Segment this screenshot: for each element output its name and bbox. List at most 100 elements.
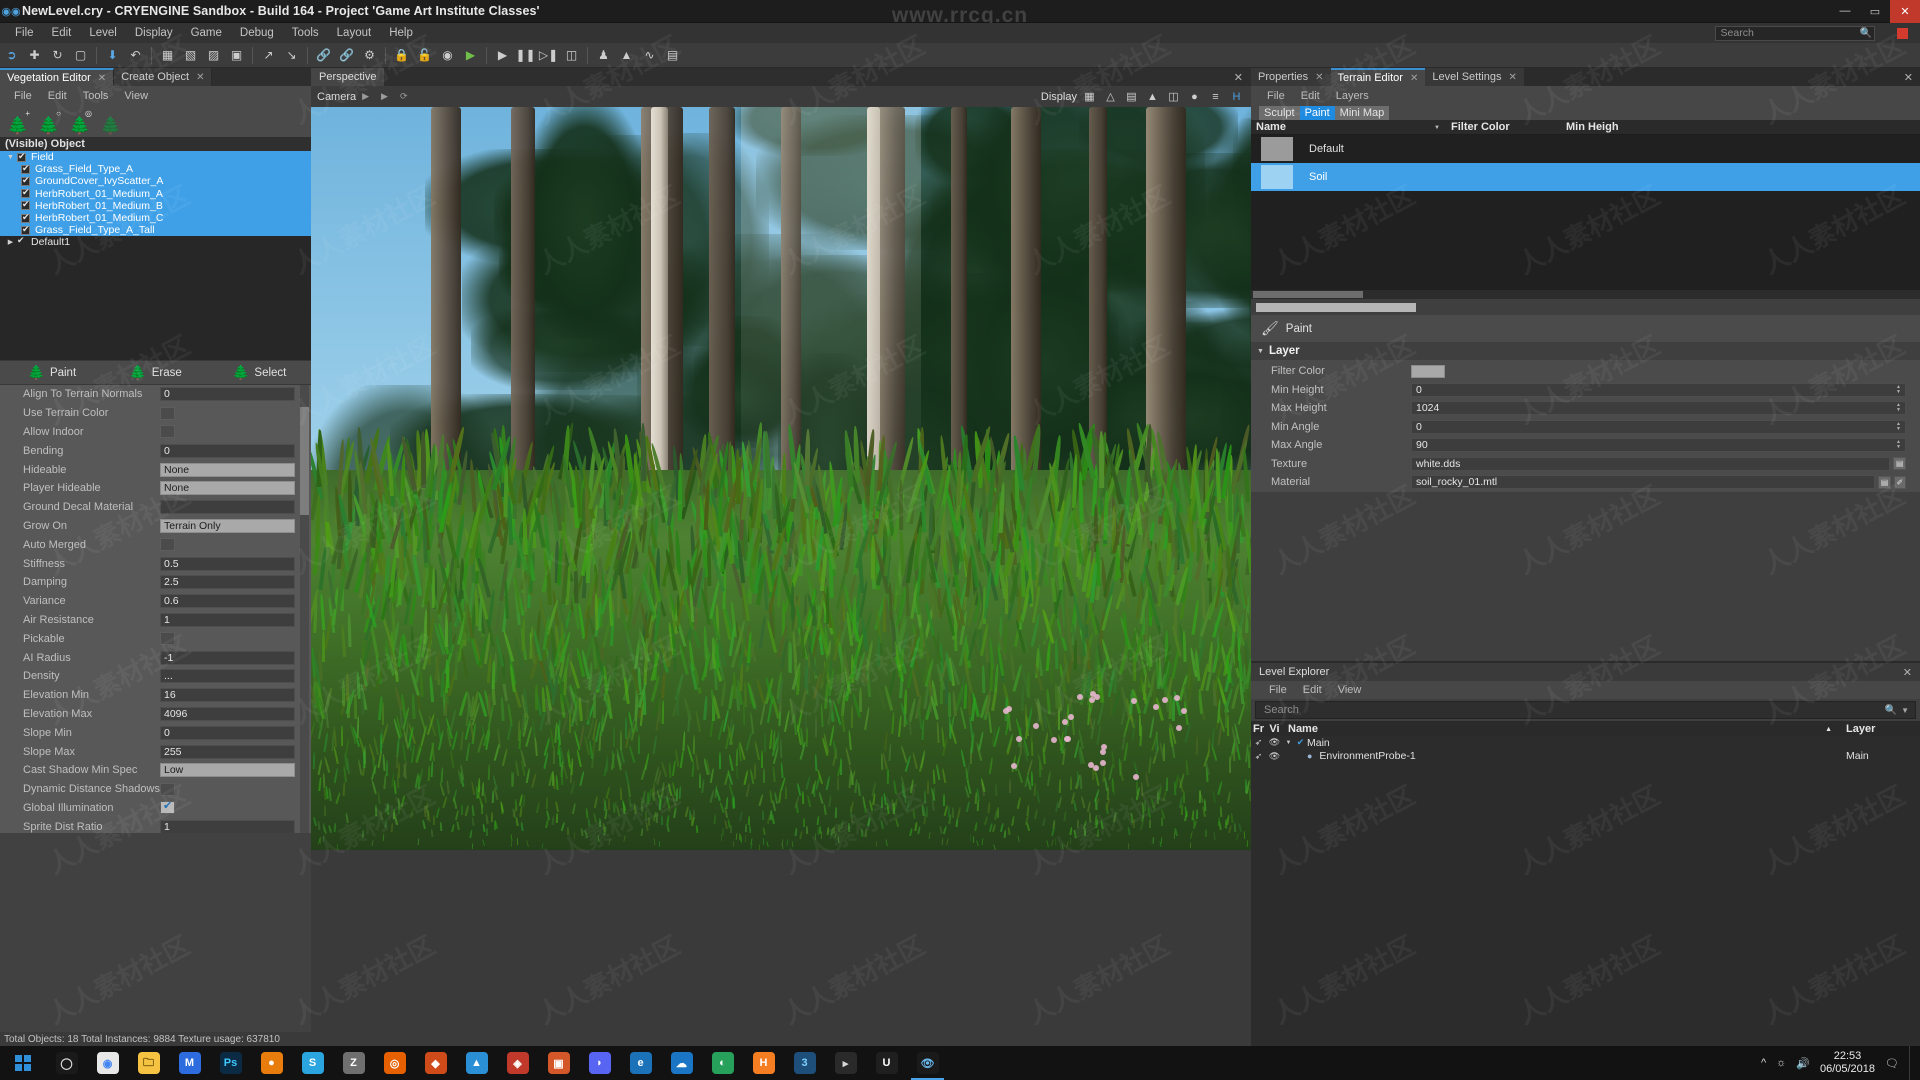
menu-tools[interactable]: Tools xyxy=(283,23,328,43)
property-checkbox[interactable] xyxy=(160,632,175,645)
cursor-select-icon[interactable]: ➲ xyxy=(0,44,23,67)
substance-alchemist-icon[interactable]: ▣ xyxy=(538,1046,579,1080)
unlock-icon[interactable]: 🔓 xyxy=(413,44,436,67)
zbrush-icon[interactable]: Z xyxy=(333,1046,374,1080)
onedrive-icon[interactable]: ☁ xyxy=(661,1046,702,1080)
tab-level-settings[interactable]: Level Settings ✕ xyxy=(1425,68,1524,86)
lexp-menu-view[interactable]: View xyxy=(1330,684,1370,696)
3d-scene-render[interactable]: x y z xyxy=(311,107,1251,850)
property-checkbox[interactable] xyxy=(160,783,175,796)
layer-property-value[interactable]: 90 ▲ ▼ xyxy=(1411,438,1906,452)
character-editor-icon[interactable]: ♟ xyxy=(592,44,615,67)
tab-perspective[interactable]: Perspective xyxy=(311,68,384,86)
close-icon[interactable]: ✕ xyxy=(1903,666,1920,679)
helpers-icon[interactable]: ▲ xyxy=(1144,89,1161,105)
close-icon[interactable]: ✕ xyxy=(98,73,106,84)
veg-menu-tools[interactable]: Tools xyxy=(75,90,117,102)
property-input[interactable]: 1 xyxy=(160,613,295,627)
property-value[interactable]: 2.5 xyxy=(160,575,295,589)
search-icon[interactable]: 🔍 xyxy=(1885,705,1901,716)
spinner-icon[interactable]: ▲ ▼ xyxy=(1896,403,1904,413)
column-visible[interactable]: Vi xyxy=(1266,723,1283,735)
tree-row-default1[interactable]: Default1 xyxy=(0,236,311,248)
chrome-icon[interactable]: ◉ xyxy=(87,1046,128,1080)
spinner-icon[interactable]: ▲ ▼ xyxy=(1896,422,1904,432)
terrain-menu-edit[interactable]: Edit xyxy=(1293,90,1328,102)
property-input[interactable]: 0.6 xyxy=(160,594,295,608)
windows-start-icon[interactable] xyxy=(0,1046,46,1080)
property-input[interactable]: 2.5 xyxy=(160,575,295,589)
layer-number-input[interactable]: 1024 xyxy=(1411,401,1906,415)
property-dropdown[interactable]: None xyxy=(160,463,295,477)
file-explorer-icon[interactable]: 🗀 xyxy=(128,1046,169,1080)
explorer-row-main[interactable]: ➶ 👁 ▼ ✔ Main xyxy=(1251,736,1920,750)
blender-icon[interactable]: ● xyxy=(251,1046,292,1080)
property-checkbox[interactable] xyxy=(160,801,175,814)
marvelous-designer-icon[interactable]: M xyxy=(169,1046,210,1080)
property-input[interactable]: ... xyxy=(160,669,295,683)
panel-close-icon[interactable]: ✕ xyxy=(1897,68,1920,86)
property-dropdown[interactable]: Terrain Only xyxy=(160,519,295,533)
property-value[interactable]: 0 xyxy=(160,726,295,740)
property-input[interactable]: 255 xyxy=(160,745,295,759)
tree-row-grass-field-type-a-tall[interactable]: Grass_Field_Type_A_Tall xyxy=(0,224,311,236)
property-value[interactable] xyxy=(160,538,295,552)
property-value[interactable] xyxy=(160,406,295,420)
property-value[interactable]: ... xyxy=(160,669,295,683)
tree-row-groundcover-ivyscatter-a[interactable]: GroundCover_IvyScatter_A xyxy=(0,175,311,187)
property-value[interactable]: 0.5 xyxy=(160,557,295,571)
layer-number-input[interactable]: 90 xyxy=(1411,438,1906,452)
global-search-input[interactable]: Search xyxy=(1715,26,1875,41)
property-dropdown[interactable]: Low xyxy=(160,763,295,777)
scrollbar-thumb[interactable] xyxy=(1253,291,1363,298)
lighting-icon[interactable]: ● xyxy=(1186,89,1203,105)
menu-level[interactable]: Level xyxy=(80,23,126,43)
clone-vegetation-icon[interactable]: 🌲 ○ xyxy=(35,108,63,134)
layer-file-input[interactable]: soil_rocky_01.mtl xyxy=(1411,475,1875,489)
menu-file[interactable]: File xyxy=(6,23,43,43)
show-desktop-button[interactable] xyxy=(1909,1046,1916,1080)
chevron-down-icon[interactable] xyxy=(4,154,17,161)
chevron-right-icon[interactable]: ▶ xyxy=(362,91,369,102)
rotate-icon[interactable]: ↻ xyxy=(46,44,69,67)
veg-menu-edit[interactable]: Edit xyxy=(40,90,75,102)
column-layer[interactable]: Layer xyxy=(1840,723,1920,735)
layer-row-default[interactable]: Default 0 xyxy=(1251,135,1920,163)
terrain-menu-file[interactable]: File xyxy=(1259,90,1293,102)
3dsmax-icon[interactable]: 3 xyxy=(784,1046,825,1080)
tab-vegetation-editor[interactable]: Vegetation Editor ✕ xyxy=(0,68,114,86)
terrain-editor-icon[interactable]: ▲ xyxy=(615,44,638,67)
property-checkbox[interactable] xyxy=(160,538,175,551)
layer-property-value[interactable]: 1024 ▲ ▼ xyxy=(1411,401,1906,415)
terrain-tab-sculpt[interactable]: Sculpt xyxy=(1259,106,1300,120)
asset-browser-icon[interactable]: ▤ xyxy=(661,44,684,67)
browse-file-icon[interactable]: ▤ xyxy=(1893,457,1906,470)
close-icon[interactable]: ✕ xyxy=(1508,72,1516,83)
quixel-icon[interactable]: ▲ xyxy=(456,1046,497,1080)
checkbox[interactable] xyxy=(21,165,30,174)
discord-icon[interactable]: ◗ xyxy=(579,1046,620,1080)
terrain-menu-layers[interactable]: Layers xyxy=(1328,90,1377,102)
property-checkbox[interactable] xyxy=(160,425,175,438)
checkbox[interactable]: ✔ xyxy=(1294,737,1307,748)
property-value[interactable]: 0 xyxy=(160,444,295,458)
lock-icon[interactable]: 🔒 xyxy=(390,44,413,67)
sort-arrow-icon[interactable]: ▲ xyxy=(1825,726,1832,733)
layer-property-value[interactable]: soil_rocky_01.mtl ▤ ✐ xyxy=(1411,475,1906,489)
browse-file-icon[interactable]: ▤ xyxy=(1878,476,1890,489)
property-input[interactable]: -1 xyxy=(160,651,295,665)
tree-row-herbrobert-medium-a[interactable]: HerbRobert_01_Medium_A xyxy=(0,188,311,200)
menu-game[interactable]: Game xyxy=(182,23,231,43)
scale-icon[interactable]: ▢ xyxy=(69,44,92,67)
move-icon[interactable]: ✚ xyxy=(23,44,46,67)
curve-editor-icon[interactable]: ∿ xyxy=(638,44,661,67)
checkbox[interactable] xyxy=(21,177,30,186)
checkbox[interactable] xyxy=(17,238,26,247)
property-input[interactable]: 16 xyxy=(160,688,295,702)
display-label[interactable]: Display xyxy=(1041,91,1077,103)
skype-icon[interactable]: S xyxy=(292,1046,333,1080)
menu-display[interactable]: Display xyxy=(126,23,182,43)
tree-row-field[interactable]: Field xyxy=(0,151,311,163)
property-value[interactable] xyxy=(160,801,295,815)
pivot-icon[interactable]: ▣ xyxy=(225,44,248,67)
